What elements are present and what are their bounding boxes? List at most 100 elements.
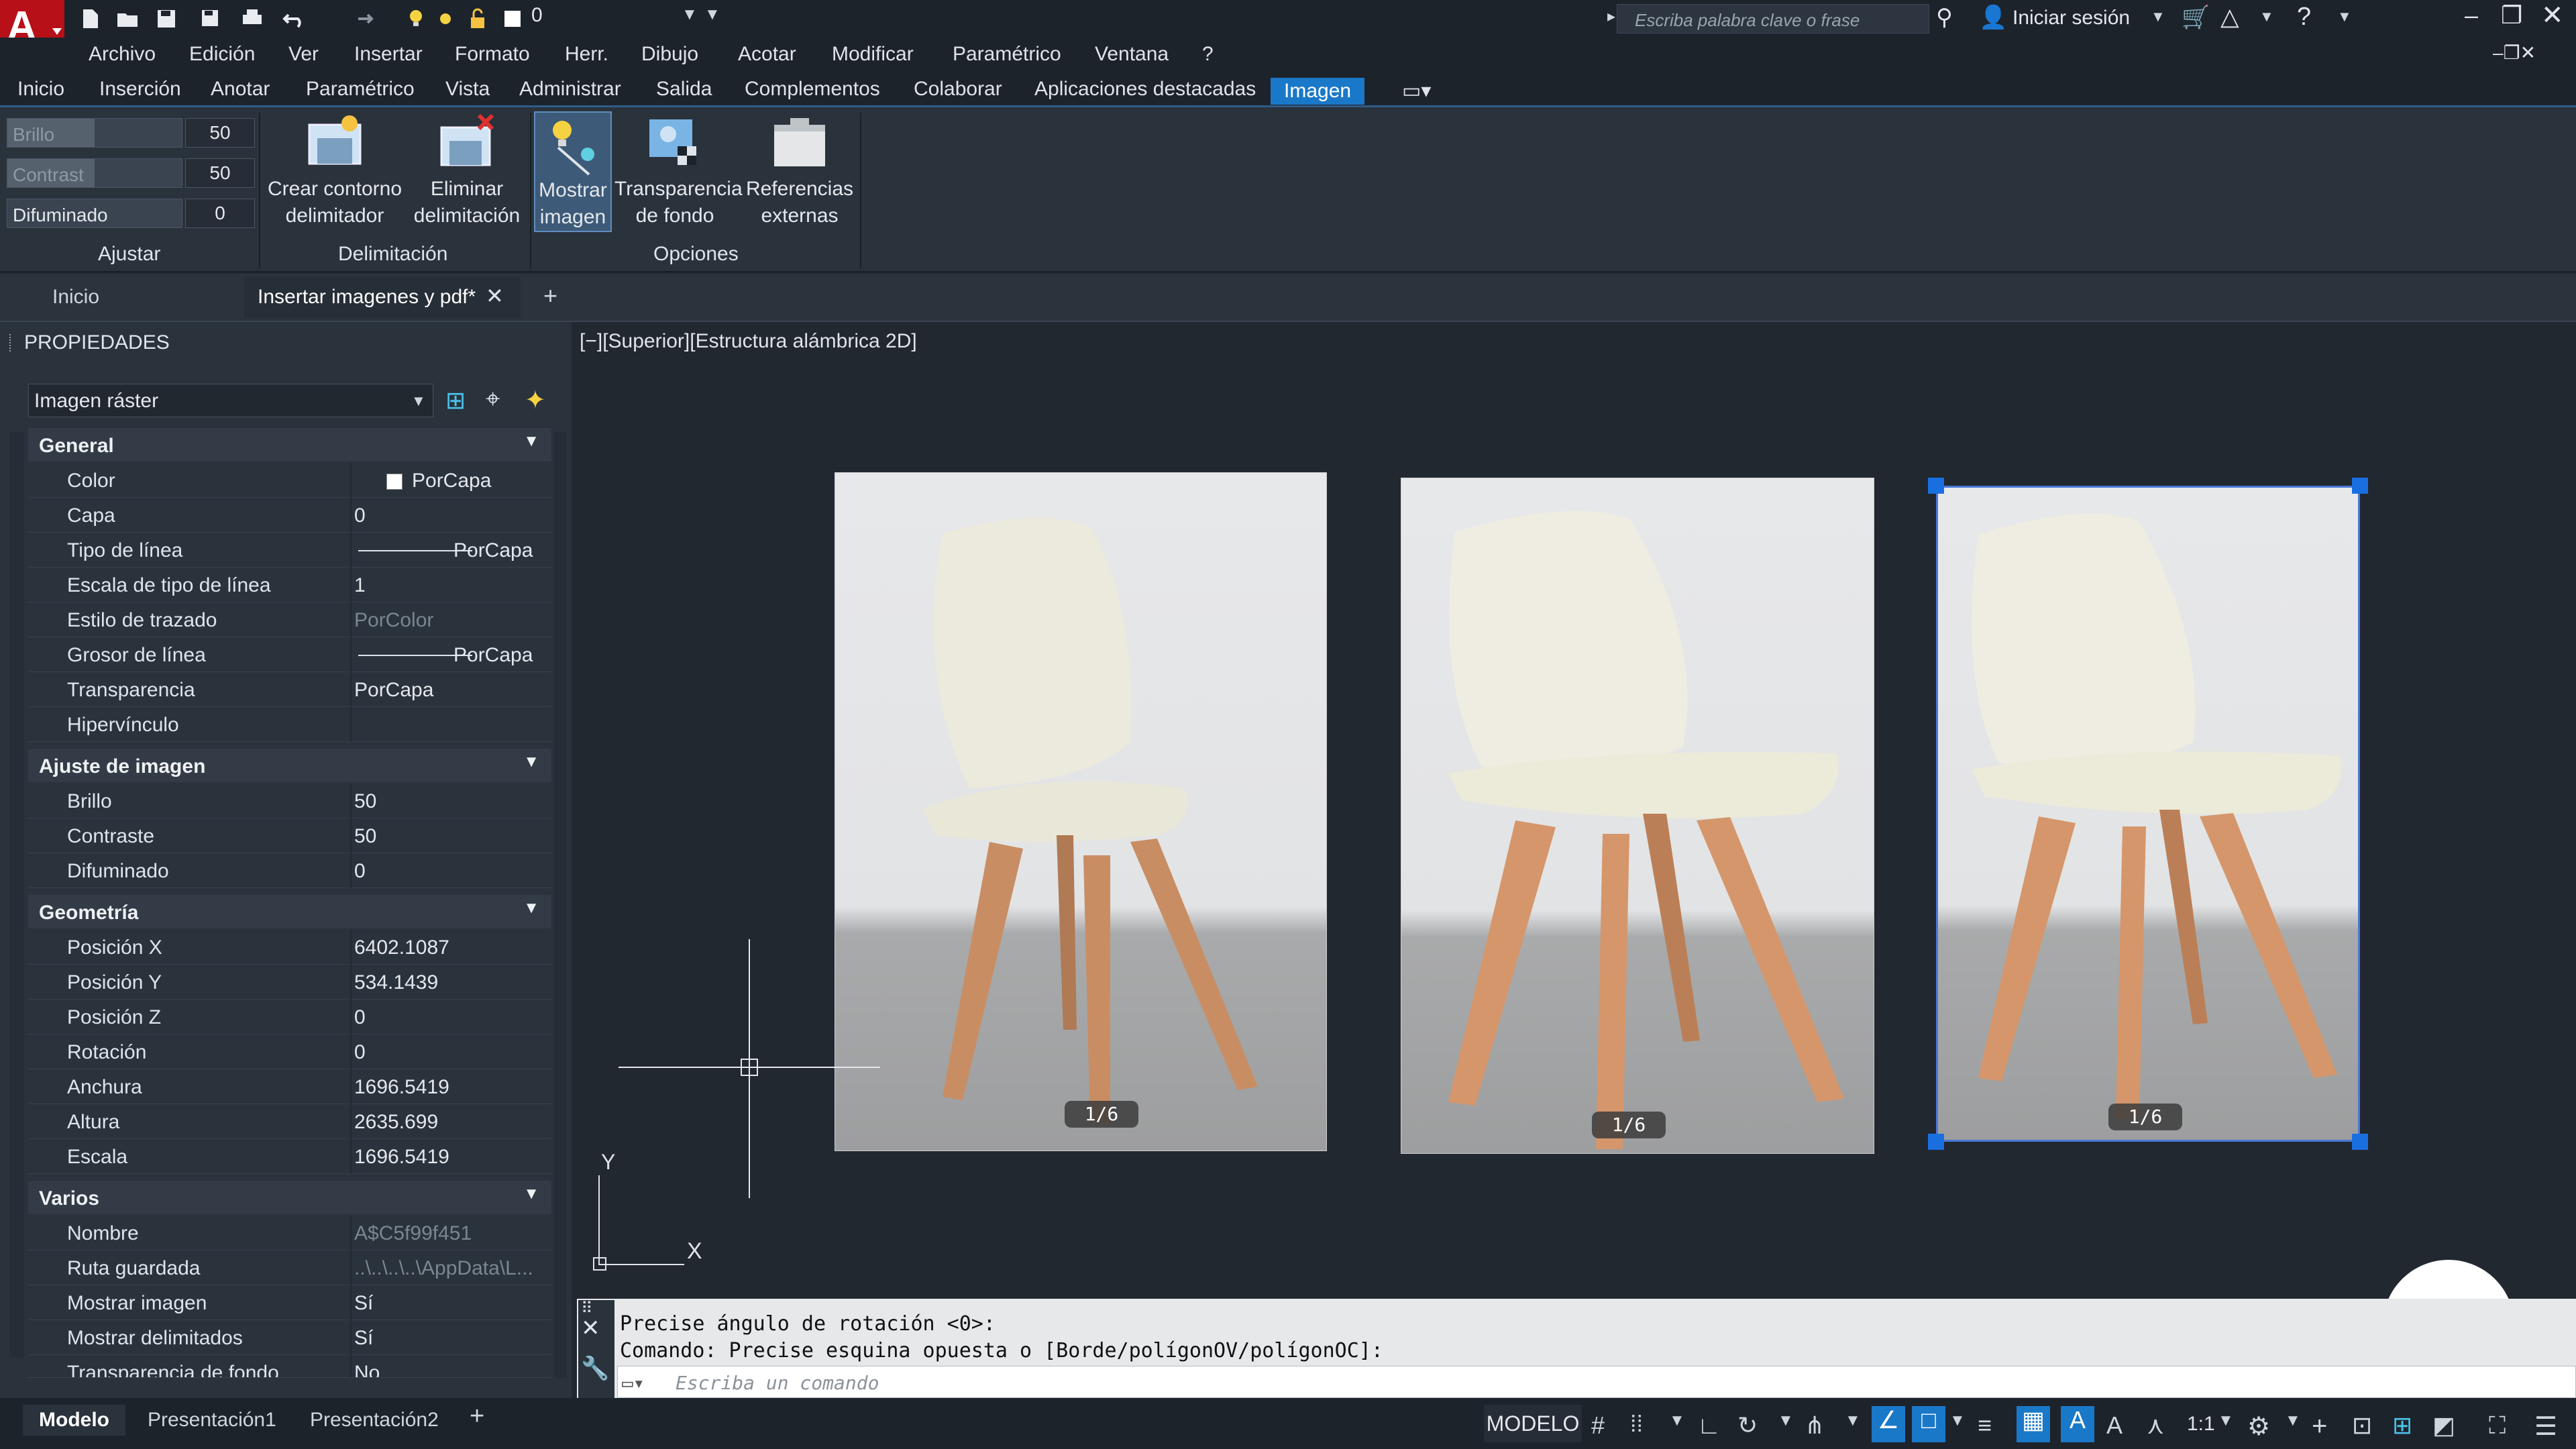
tab-inicio[interactable]: Inicio bbox=[17, 78, 64, 101]
command-input[interactable]: ▭▾ Escriba un comando bbox=[617, 1366, 2576, 1398]
autodesk-icon[interactable]: △ bbox=[2220, 3, 2239, 31]
brightness-value[interactable]: 50 bbox=[185, 118, 255, 148]
menu-edicion[interactable]: Edición bbox=[189, 43, 255, 66]
help-arrow-icon[interactable]: ▼ bbox=[2337, 8, 2352, 25]
redo-icon[interactable] bbox=[349, 5, 376, 32]
osnap-tracking-icon[interactable]: ∠ bbox=[1872, 1406, 1905, 1442]
prop-row-transparency[interactable]: Transparencia PorCapa bbox=[28, 672, 551, 707]
prop-row-scale[interactable]: Escala 1696.5419 bbox=[28, 1139, 551, 1174]
prop-row-height[interactable]: Altura 2635.699 bbox=[28, 1104, 551, 1139]
doc-tab-current[interactable]: Insertar imagenes y pdf* bbox=[244, 276, 521, 318]
prop-row-position-y[interactable]: Posición Y 534.1439 bbox=[28, 965, 551, 1000]
layer-dropdown-arrow-icon[interactable]: ▼ bbox=[682, 5, 698, 24]
save-icon[interactable] bbox=[153, 5, 180, 32]
ribbon-options-icon[interactable]: ▭▾ bbox=[1402, 79, 1431, 103]
background-transparency-button[interactable]: Transparencia de fondo bbox=[614, 111, 743, 232]
section-misc[interactable]: Varios ▼ bbox=[28, 1181, 551, 1214]
layout-tab-model[interactable]: Modelo bbox=[23, 1405, 125, 1436]
prop-row-lineweight[interactable]: Grosor de línea PorCapa bbox=[28, 637, 551, 672]
signin-button[interactable]: Iniciar sesión bbox=[2012, 7, 2130, 30]
lineweight-icon[interactable]: ≡ bbox=[1978, 1411, 2004, 1439]
menu-ventana[interactable]: Ventana bbox=[1095, 43, 1169, 66]
close-icon[interactable]: ✕ bbox=[2541, 0, 2564, 31]
section-geometry[interactable]: Geometría ▼ bbox=[28, 895, 551, 928]
quick-select-icon[interactable]: ✦ bbox=[525, 385, 546, 415]
restore-icon[interactable]: ❐ bbox=[2501, 1, 2522, 30]
signin-arrow-icon[interactable]: ▼ bbox=[2151, 8, 2165, 25]
prop-row-bg-transparency[interactable]: Transparencia de fondo No bbox=[28, 1355, 551, 1378]
osnap-arrow-icon[interactable]: ▼ bbox=[1949, 1411, 1976, 1438]
binoculars-icon[interactable]: ⚲ bbox=[1936, 4, 1953, 31]
isodraft-icon[interactable]: ⋔ bbox=[1805, 1411, 1831, 1439]
prop-row-show-image[interactable]: Mostrar imagen Sí bbox=[28, 1285, 551, 1320]
help-icon[interactable]: ? bbox=[2297, 3, 2311, 32]
tab-complementos[interactable]: Complementos bbox=[745, 78, 880, 101]
sun-icon[interactable] bbox=[432, 5, 459, 32]
object-type-dropdown[interactable]: Imagen ráster ▼ bbox=[28, 384, 433, 417]
clean-screen-icon[interactable]: ⛶ bbox=[2489, 1411, 2516, 1439]
section-general[interactable]: General ▼ bbox=[28, 428, 551, 462]
menu-formato[interactable]: Formato bbox=[455, 43, 530, 66]
external-references-button[interactable]: Referencias externas bbox=[741, 111, 859, 232]
layer-dropdown[interactable]: 0 bbox=[531, 4, 543, 27]
show-image-button[interactable]: Mostrar imagen bbox=[534, 111, 612, 232]
menu-dibujo[interactable]: Dibujo bbox=[641, 43, 698, 66]
tab-anotar[interactable]: Anotar bbox=[211, 78, 270, 101]
contrast-value[interactable]: 50 bbox=[185, 158, 255, 188]
undo-icon[interactable] bbox=[280, 5, 307, 32]
contrast-slider[interactable]: Contrast 50 bbox=[7, 154, 255, 189]
delete-clip-button[interactable]: Eliminar delimitación bbox=[405, 111, 529, 232]
tab-imagen[interactable]: Imagen bbox=[1271, 78, 1365, 105]
open-folder-icon[interactable] bbox=[114, 5, 141, 32]
prop-row-color[interactable]: Color PorCapa bbox=[28, 463, 551, 498]
raster-image-1[interactable]: 1/6 bbox=[835, 472, 1327, 1151]
palette-grip-icon[interactable] bbox=[9, 334, 13, 352]
close-tab-icon[interactable]: ✕ bbox=[486, 283, 504, 309]
polar-icon[interactable]: ↻ bbox=[1737, 1411, 1764, 1439]
select-objects-icon[interactable]: ⌖ bbox=[486, 385, 500, 414]
prop-row-show-clipped[interactable]: Mostrar delimitados Sí bbox=[28, 1320, 551, 1355]
layout-tab-presentacion1[interactable]: Presentación1 bbox=[131, 1405, 292, 1436]
customize-qa-icon[interactable]: ▼ bbox=[704, 5, 720, 24]
fade-slider[interactable]: Difuminado 0 bbox=[7, 195, 255, 229]
fade-value[interactable]: 0 bbox=[185, 199, 255, 228]
new-tab-icon[interactable]: + bbox=[543, 282, 557, 310]
tab-aplicaciones[interactable]: Aplicaciones destacadas bbox=[1034, 78, 1256, 101]
layout-tab-presentacion2[interactable]: Presentación2 bbox=[294, 1405, 455, 1436]
menu-insertar[interactable]: Insertar bbox=[354, 43, 423, 66]
save-as-icon[interactable] bbox=[197, 5, 224, 32]
graphics-performance-icon[interactable]: ◩ bbox=[2432, 1411, 2459, 1439]
autodesk-arrow-icon[interactable]: ▼ bbox=[2259, 8, 2274, 25]
grid-icon[interactable]: # bbox=[1591, 1411, 1618, 1439]
menu-modificar[interactable]: Modificar bbox=[832, 43, 914, 66]
doc-tab-home[interactable]: Inicio bbox=[39, 276, 240, 318]
workspace-arrow-icon[interactable]: ▼ bbox=[2285, 1411, 2312, 1438]
doc-minimize-icon[interactable]: –❐✕ bbox=[2493, 42, 2536, 64]
minimize-icon[interactable]: – bbox=[2465, 1, 2478, 30]
prop-row-brightness[interactable]: Brillo 50 bbox=[28, 784, 551, 818]
menu-acotar[interactable]: Acotar bbox=[738, 43, 796, 66]
prop-row-saved-path[interactable]: Ruta guardada ..\..\..\..\AppData\L... bbox=[28, 1250, 551, 1285]
transparency-toggle-icon[interactable]: ▦ bbox=[2017, 1406, 2050, 1442]
tab-administrar[interactable]: Administrar bbox=[519, 78, 621, 101]
units-icon[interactable]: ⊡ bbox=[2352, 1411, 2379, 1439]
isodraft-arrow-icon[interactable]: ▼ bbox=[1845, 1411, 1872, 1438]
lock-icon[interactable] bbox=[464, 5, 491, 32]
command-customize-icon[interactable]: 🔧 bbox=[581, 1355, 609, 1382]
create-clip-button[interactable]: Crear contorno delimitador bbox=[266, 111, 404, 232]
brightness-slider[interactable]: Brillo 50 bbox=[7, 114, 255, 149]
polar-arrow-icon[interactable]: ▼ bbox=[1778, 1411, 1805, 1438]
prop-row-rotation[interactable]: Rotación 0 bbox=[28, 1034, 551, 1069]
workspace-gear-icon[interactable]: ⚙ bbox=[2247, 1411, 2274, 1441]
search-input[interactable]: Escriba palabra clave o frase bbox=[1617, 4, 1929, 34]
section-image-adjust[interactable]: Ajuste de imagen ▼ bbox=[28, 749, 551, 782]
add-layout-icon[interactable]: + bbox=[470, 1402, 484, 1431]
customize-menu-icon[interactable]: ☰ bbox=[2534, 1411, 2561, 1441]
tab-salida[interactable]: Salida bbox=[656, 78, 712, 101]
scale-arrow-icon[interactable]: ▼ bbox=[2218, 1411, 2245, 1438]
prop-row-name[interactable]: Nombre A$C5f99f451 bbox=[28, 1216, 551, 1250]
annotation-monitor-icon[interactable]: + bbox=[2312, 1411, 2339, 1441]
bulb-icon[interactable] bbox=[402, 5, 429, 32]
prop-row-plotstyle[interactable]: Estilo de trazado PorColor bbox=[28, 602, 551, 637]
user-icon[interactable]: 👤 bbox=[1979, 4, 2007, 31]
